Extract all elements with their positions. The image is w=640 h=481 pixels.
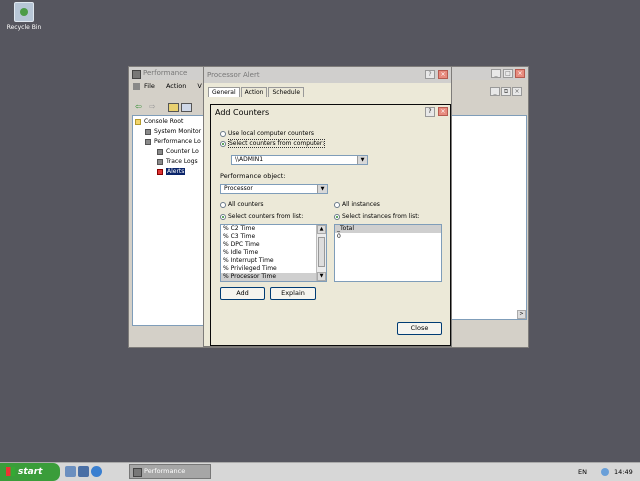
close-dialog-button[interactable]: Close <box>397 322 442 335</box>
quicklaunch-media-icon[interactable] <box>78 466 89 477</box>
menu-view[interactable]: V <box>197 82 201 90</box>
list-item[interactable]: % Privileged Time <box>221 265 326 273</box>
explain-button[interactable]: Explain <box>270 287 316 300</box>
tree-item-performance-logs[interactable]: Performance Lo <box>145 138 201 145</box>
scroll-thumb[interactable] <box>318 237 325 267</box>
monitor-icon <box>145 128 151 135</box>
maximize-button[interactable]: □ <box>503 69 513 78</box>
list-item[interactable]: % C2 Time <box>221 225 326 233</box>
mdi-restore-button[interactable]: ⧉ <box>501 87 511 96</box>
select-from-computer-radio[interactable]: Select counters from computer: <box>220 139 326 148</box>
select-instances-radio[interactable]: Select instances from list: <box>334 213 420 220</box>
tree-item-trace-logs[interactable]: Trace Logs <box>157 158 198 165</box>
mdi-close-button[interactable]: × <box>512 87 522 96</box>
list-item[interactable]: 0 <box>335 233 441 241</box>
add-counters-close-button[interactable]: × <box>438 107 448 116</box>
chevron-down-icon[interactable]: ▼ <box>317 185 327 193</box>
start-button[interactable]: start <box>0 463 60 481</box>
taskbar: start Performance EN 14:49 <box>0 462 640 481</box>
quicklaunch-ie-icon[interactable] <box>91 466 102 477</box>
radio-selected-icon <box>334 213 340 220</box>
counter-log-icon <box>157 148 163 155</box>
scroll-right-button[interactable]: > <box>517 310 526 319</box>
tab-action[interactable]: Action <box>240 87 268 97</box>
radio-icon <box>220 201 226 208</box>
close-button[interactable]: × <box>515 69 525 78</box>
trace-log-icon <box>157 158 163 165</box>
list-item[interactable]: % C3 Time <box>221 233 326 241</box>
list-item-selected[interactable]: _Total <box>335 225 441 233</box>
instances-list[interactable]: _Total 0 <box>334 224 442 282</box>
all-instances-radio[interactable]: All instances <box>334 201 380 208</box>
forward-arrow-icon[interactable]: ⇨ <box>149 102 156 111</box>
up-folder-icon[interactable] <box>168 103 179 112</box>
minimize-button[interactable]: _ <box>491 69 501 78</box>
computer-combo[interactable]: \\ADMIN1 ▼ <box>231 155 368 165</box>
counters-scrollbar[interactable]: ▲ ▼ <box>316 225 326 281</box>
select-counters-radio[interactable]: Select counters from list: <box>220 213 303 220</box>
performance-app-icon <box>132 70 141 79</box>
help-button[interactable]: ? <box>425 107 435 117</box>
menu-action[interactable]: Action <box>166 82 186 90</box>
alert-close-button[interactable]: × <box>438 70 448 79</box>
folder-icon <box>135 118 141 125</box>
recycle-bin-icon <box>14 2 34 22</box>
counters-list[interactable]: % C2 Time % C3 Time % DPC Time % Idle Ti… <box>220 224 327 282</box>
menu-file[interactable]: File <box>144 82 155 90</box>
performance-object-combo[interactable]: Processor ▼ <box>220 184 328 194</box>
tree-item-alerts[interactable]: Alerts <box>157 168 186 175</box>
logs-icon <box>145 138 151 145</box>
mdi-minimize-button[interactable]: _ <box>490 87 500 96</box>
tree-item-counter-logs[interactable]: Counter Lo <box>157 148 199 155</box>
show-hide-tree-icon[interactable] <box>181 103 192 112</box>
windows-logo-icon <box>6 467 15 476</box>
list-item[interactable]: % Interrupt Time <box>221 257 326 265</box>
recycle-bin-label: Recycle Bin <box>6 24 42 31</box>
list-item[interactable]: % Idle Time <box>221 249 326 257</box>
use-local-radio[interactable]: Use local computer counters <box>220 130 314 137</box>
all-counters-radio[interactable]: All counters <box>220 201 264 208</box>
tab-schedule[interactable]: Schedule <box>268 87 305 97</box>
clock: 14:49 <box>614 468 633 476</box>
menu-bar: File Action V <box>133 82 211 90</box>
performance-title: Performance <box>143 69 188 77</box>
add-counters-title: Add Counters <box>215 108 270 117</box>
tree-item-system-monitor[interactable]: System Monitor <box>145 128 201 135</box>
radio-icon <box>334 201 340 208</box>
tree-item-console-root[interactable]: Console Root <box>135 118 183 125</box>
back-arrow-icon[interactable]: ⇦ <box>135 102 142 111</box>
scroll-up-icon[interactable]: ▲ <box>317 225 326 234</box>
alert-icon <box>157 168 163 175</box>
add-counters-titlebar[interactable]: Add Counters ? × <box>211 105 450 120</box>
alert-titlebar[interactable]: Processor Alert ? × <box>204 67 451 83</box>
quicklaunch-desktop-icon[interactable] <box>65 466 76 477</box>
performance-app-icon <box>133 468 142 477</box>
alert-tabs: General Action Schedule <box>208 87 305 97</box>
performance-object-label: Performance object: <box>220 172 286 180</box>
add-button[interactable]: Add <box>220 287 265 300</box>
network-icon[interactable] <box>601 468 609 476</box>
recycle-bin[interactable]: Recycle Bin <box>6 2 42 31</box>
alert-title: Processor Alert <box>207 71 260 79</box>
taskbar-item-performance[interactable]: Performance <box>129 464 211 479</box>
scroll-down-icon[interactable]: ▼ <box>317 272 326 281</box>
language-indicator[interactable]: EN <box>578 463 587 481</box>
radio-selected-icon <box>220 213 226 220</box>
radio-icon <box>220 130 226 137</box>
details-pane: > <box>451 115 527 320</box>
list-item-selected[interactable]: % Processor Time <box>221 273 326 281</box>
console-icon <box>133 83 140 90</box>
add-counters-dialog: Add Counters ? × Use local computer coun… <box>210 104 451 346</box>
chevron-down-icon[interactable]: ▼ <box>357 156 367 164</box>
tab-general[interactable]: General <box>208 87 240 97</box>
radio-selected-icon <box>220 140 226 147</box>
list-item[interactable]: % DPC Time <box>221 241 326 249</box>
alert-help-button[interactable]: ? <box>425 70 435 79</box>
